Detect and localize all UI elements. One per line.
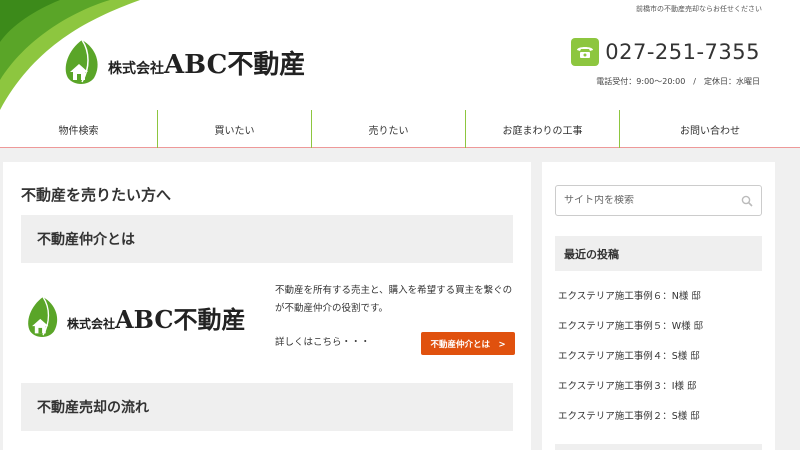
leaf-house-icon	[28, 296, 58, 337]
section-heading-brokerage: 不動産仲介とは	[21, 215, 513, 263]
business-hours: 電話受付：9:00〜20:00 / 定休日：水曜日	[596, 77, 760, 86]
recent-post-link[interactable]: エクステリア施工事例４：S様 邸	[558, 342, 703, 372]
sidebar: 最近の投稿 エクステリア施工事例６：N様 邸 エクステリア施工事例５：W様 邸 …	[542, 162, 775, 450]
logo-company-name: ABC不動産	[164, 49, 306, 80]
phone-icon	[571, 38, 600, 66]
nav-item-contact[interactable]: お問い合わせ	[620, 110, 800, 148]
recent-posts-list: エクステリア施工事例６：N様 邸 エクステリア施工事例５：W様 邸 エクステリア…	[558, 282, 703, 432]
site-tagline: 前橋市の不動産売却ならお任せください	[636, 5, 762, 13]
main-content: 不動産を売りたい方へ 不動産仲介とは 株式会社 ABC不動産 不動産を所有する売…	[3, 162, 531, 450]
company-logo-image: 株式会社 ABC不動産	[23, 295, 245, 339]
recent-post-link[interactable]: エクステリア施工事例５：W様 邸	[558, 312, 703, 342]
phone-contact[interactable]: 027-251-7355	[571, 38, 760, 66]
logo-company-name: ABC不動産	[115, 304, 246, 334]
more-info-text: 詳しくはこちら・・・	[275, 337, 371, 348]
phone-number[interactable]: 027-251-7355	[605, 40, 760, 64]
nav-item-buy[interactable]: 買いたい	[158, 110, 312, 148]
site-header: 前橋市の不動産売却ならお任せください 株式会社 ABC不動産 027-251-7…	[0, 0, 800, 110]
logo-company-prefix: 株式会社	[67, 316, 116, 331]
sidebar-next-section	[555, 444, 762, 450]
nav-item-sell[interactable]: 売りたい	[312, 110, 466, 148]
search-icon[interactable]	[741, 195, 753, 207]
site-search	[555, 185, 762, 216]
page-title: 不動産を売りたい方へ	[21, 186, 172, 204]
recent-post-link[interactable]: エクステリア施工事例３：I様 邸	[558, 372, 703, 402]
brokerage-info-button[interactable]: 不動産仲介とは >	[421, 332, 515, 355]
leaf-house-icon	[65, 39, 98, 84]
recent-posts-heading: 最近の投稿	[555, 236, 762, 271]
brokerage-description: 不動産を所有する売主と、購入を希望する買主を繋ぐのが不動産仲介の役割です。	[275, 285, 513, 314]
nav-item-garden-works[interactable]: お庭まわりの工事	[466, 110, 620, 148]
logo-company-prefix: 株式会社	[108, 60, 164, 77]
section-heading-sale-flow: 不動産売却の流れ	[21, 383, 513, 431]
search-input[interactable]	[564, 195, 741, 206]
company-logo[interactable]: 株式会社 ABC不動産	[60, 38, 305, 86]
recent-post-link[interactable]: エクステリア施工事例６：N様 邸	[558, 282, 703, 312]
main-navigation: 物件検索 買いたい 売りたい お庭まわりの工事 お問い合わせ	[0, 110, 800, 148]
recent-post-link[interactable]: エクステリア施工事例２：S様 邸	[558, 402, 703, 432]
nav-item-property-search[interactable]: 物件検索	[0, 110, 158, 148]
